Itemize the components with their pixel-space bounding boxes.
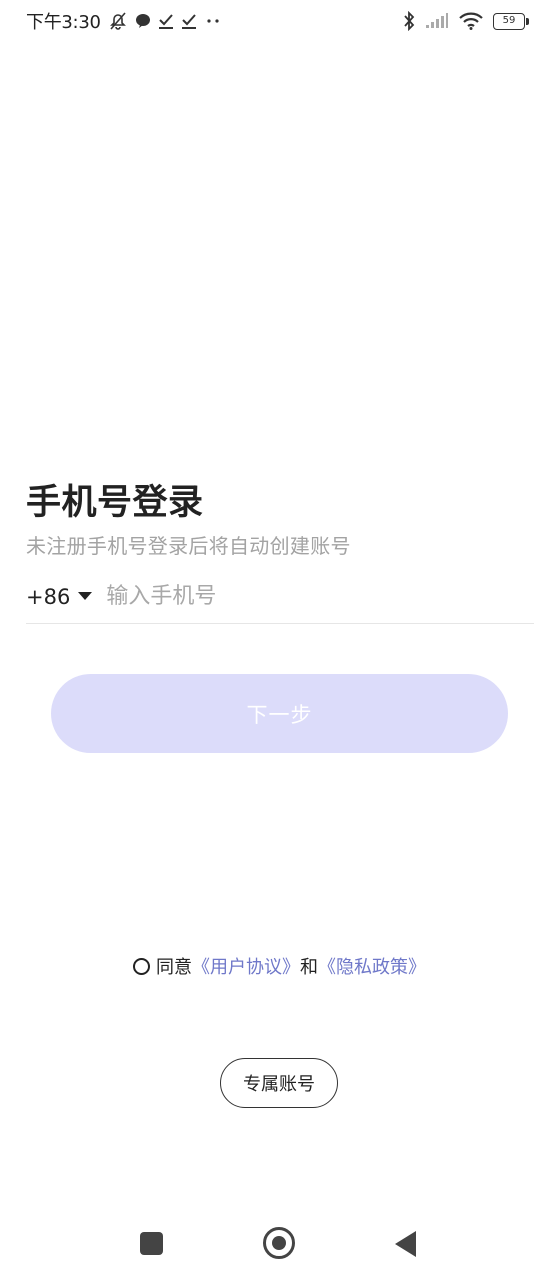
status-bar: 下午3:30 59 [0,0,559,42]
agreement: 同意 《用户协议》 和 《隐私政策》 [0,953,559,979]
caret-down-icon [78,591,93,600]
phone-input[interactable] [106,584,487,609]
checkmark-icon [181,12,197,30]
signal-icon [425,13,449,29]
next-button[interactable]: 下一步 [51,674,508,753]
chat-icon [135,13,151,29]
wifi-icon [459,12,483,30]
agree-radio[interactable] [133,957,150,975]
status-right: 59 [403,9,529,33]
agreement-prefix: 同意 [156,957,192,978]
agreement-and: 和 [300,957,318,978]
bluetooth-icon [403,11,415,31]
next-button-label: 下一步 [246,703,313,727]
privacy-policy-link[interactable]: 《隐私政策》 [318,953,426,979]
more-dots-icon [204,16,222,26]
battery-tip [526,17,529,25]
battery-icon: 59 [493,12,529,30]
exclusive-account-button[interactable]: 专属账号 [220,1058,338,1108]
phone-row: +86 [26,570,534,624]
home-icon[interactable] [263,1227,295,1259]
user-agreement-link[interactable]: 《用户协议》 [192,953,300,979]
page-subtitle: 未注册手机号登录后将自动创建账号 [26,534,351,558]
page-title: 手机号登录 [26,483,204,523]
back-icon[interactable] [395,1231,416,1257]
exclusive-account-label: 专属账号 [243,1074,315,1094]
battery-level: 59 [502,15,516,26]
checkmark-icon [158,12,174,30]
country-code-label: +86 [26,584,71,609]
status-time: 下午3:30 [26,12,101,33]
status-left: 下午3:30 [26,9,222,33]
recent-apps-icon[interactable] [140,1232,163,1255]
navigation-bar [0,1210,559,1280]
home-icon-dot [272,1236,286,1250]
country-code-selector[interactable]: +86 [26,584,93,609]
mute-icon [108,11,128,31]
battery-body: 59 [493,12,525,30]
